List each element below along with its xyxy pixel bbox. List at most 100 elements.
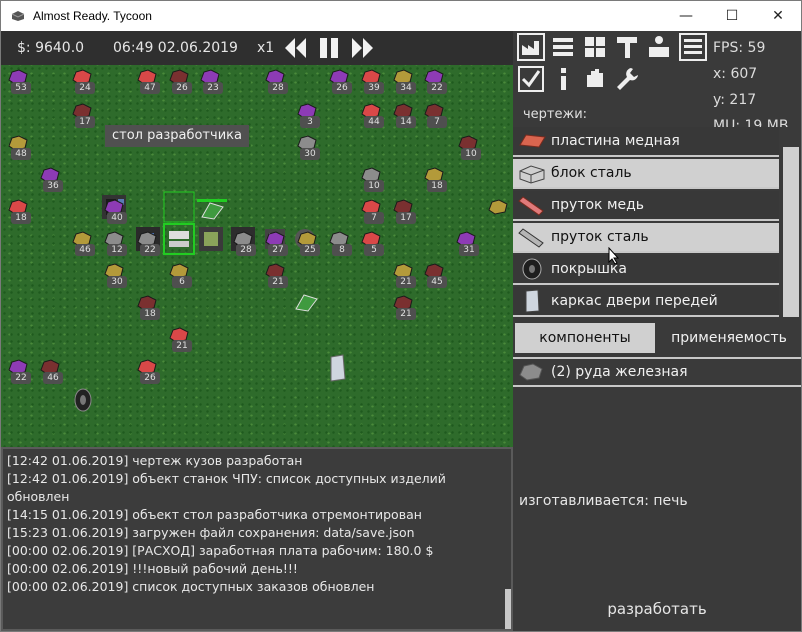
ore-deposit[interactable]: 18 xyxy=(5,198,35,224)
draft-item[interactable]: пруток сталь xyxy=(513,223,779,253)
ore-deposit[interactable]: 21 xyxy=(262,262,292,288)
tab-components[interactable]: компоненты xyxy=(515,323,655,353)
ore-deposit[interactable]: 17 xyxy=(69,102,99,128)
ore-deposit[interactable]: 7 xyxy=(358,198,388,224)
ore-deposit[interactable]: 12 xyxy=(101,230,131,256)
component-item[interactable]: (2) руда железная xyxy=(513,357,801,387)
draft-item[interactable]: блок сталь xyxy=(513,159,779,189)
ore-deposit[interactable]: 24 xyxy=(69,68,99,94)
drafts-scrollbar[interactable] xyxy=(781,127,801,321)
ore-deposit[interactable]: 10 xyxy=(455,134,485,160)
rewind-icon[interactable] xyxy=(283,35,307,61)
ore-count: 40 xyxy=(107,212,127,224)
ore-count: 44 xyxy=(364,116,384,128)
ore-deposit[interactable]: 22 xyxy=(134,230,164,256)
ore-deposit[interactable]: 28 xyxy=(262,68,292,94)
draft-item[interactable]: пруток медь xyxy=(513,191,779,221)
ore-count: 24 xyxy=(75,82,95,94)
ore-deposit[interactable]: 46 xyxy=(37,358,67,384)
event-log[interactable]: [12:42 01.06.2019] чертеж кузов разработ… xyxy=(1,447,513,631)
fps-readout: FPS: 59 xyxy=(713,40,766,56)
ore-deposit[interactable]: 22 xyxy=(5,358,35,384)
factory-icon[interactable] xyxy=(517,33,545,61)
developer-desk[interactable] xyxy=(163,223,195,255)
ore-deposit[interactable]: 44 xyxy=(358,102,388,128)
checkbox-icon[interactable] xyxy=(517,65,545,93)
ore-deposit[interactable]: 21 xyxy=(166,326,196,352)
ore-deposit[interactable]: 53 xyxy=(5,68,35,94)
hammer-icon[interactable] xyxy=(613,33,641,61)
machine-circuit[interactable] xyxy=(197,225,225,253)
ore-deposit[interactable]: 46 xyxy=(69,230,99,256)
ore-deposit[interactable]: 34 xyxy=(390,68,420,94)
draft-item-label: пластина медная xyxy=(551,133,680,149)
ore-deposit[interactable]: 8 xyxy=(326,230,356,256)
info-icon[interactable] xyxy=(549,65,577,93)
ore-deposit[interactable]: 26 xyxy=(134,358,164,384)
ore-deposit[interactable]: 5 xyxy=(358,230,388,256)
ore-deposit[interactable]: 45 xyxy=(421,262,451,288)
ore-deposit[interactable]: 30 xyxy=(101,262,131,288)
tire-icon xyxy=(522,258,542,280)
ore-deposit[interactable]: 26 xyxy=(326,68,356,94)
ore-count: 45 xyxy=(427,276,447,288)
storage-icon[interactable] xyxy=(549,33,577,61)
draft-item[interactable]: пластина медная xyxy=(513,127,779,157)
ore-count: 7 xyxy=(427,116,447,128)
ore-deposit[interactable]: 28 xyxy=(230,230,260,256)
maximize-button[interactable]: ☐ xyxy=(709,1,755,31)
ore-deposit[interactable]: 30 xyxy=(294,134,324,160)
ore-count: 26 xyxy=(332,82,352,94)
ore-deposit[interactable]: 14 xyxy=(390,102,420,128)
list-icon[interactable] xyxy=(679,33,707,61)
fast-forward-icon[interactable] xyxy=(351,35,375,61)
debug-stats: FPS: 59 x: 607 y: 217 MU: 19 MB xyxy=(713,35,788,139)
ore-deposit[interactable]: 31 xyxy=(453,230,483,256)
ore-deposit[interactable]: 22 xyxy=(421,68,451,94)
grid-icon[interactable] xyxy=(581,33,609,61)
ore-deposit[interactable]: 21 xyxy=(390,294,420,320)
ore-deposit[interactable]: 10 xyxy=(358,166,388,192)
hand-icon[interactable] xyxy=(581,65,609,93)
drafts-list[interactable]: пластина медная блок сталь пруток медь прут… xyxy=(513,127,785,321)
circuit-board-icon xyxy=(295,294,318,312)
ore-deposit[interactable]: 17 xyxy=(390,198,420,224)
ore-deposit[interactable]: 48 xyxy=(5,134,35,160)
drafts-scrollbar-thumb[interactable] xyxy=(783,147,799,317)
ore-deposit[interactable]: 23 xyxy=(197,68,227,94)
tab-usage[interactable]: применяемость xyxy=(657,323,801,353)
ore-deposit[interactable]: 18 xyxy=(421,166,451,192)
right-panel: FPS: 59 x: 607 y: 217 MU: 19 MB чертежи:… xyxy=(513,31,801,631)
close-button[interactable]: ✕ xyxy=(755,1,801,31)
ore-count: 22 xyxy=(427,82,447,94)
worker-icon[interactable] xyxy=(645,33,673,61)
ore-deposit[interactable]: 47 xyxy=(134,68,164,94)
ore-deposit[interactable]: 3 xyxy=(294,102,324,128)
event-log-lines: [12:42 01.06.2019] чертеж кузов разработ… xyxy=(7,452,507,596)
ore-deposit[interactable] xyxy=(485,198,513,224)
ore-deposit[interactable]: 26 xyxy=(166,68,196,94)
tool-palette xyxy=(513,31,711,97)
ore-deposit[interactable]: 21 xyxy=(390,262,420,288)
ore-deposit[interactable]: 6 xyxy=(166,262,196,288)
tire-icon xyxy=(74,388,92,412)
draft-item-label: блок сталь xyxy=(551,165,632,181)
ore-deposit[interactable]: 27 xyxy=(262,230,292,256)
wrench-icon[interactable] xyxy=(613,65,641,93)
ore-deposit[interactable]: 25 xyxy=(294,230,324,256)
minimize-button[interactable]: — xyxy=(663,1,709,31)
steel-block-icon xyxy=(519,165,545,184)
ore-deposit[interactable]: 40 xyxy=(101,198,131,224)
ore-deposit[interactable]: 7 xyxy=(421,102,451,128)
x-readout: x: 607 xyxy=(713,66,758,82)
draft-item[interactable]: каркас двери передей xyxy=(513,287,779,317)
ore-deposit[interactable]: 18 xyxy=(134,294,164,320)
ore-deposit[interactable]: 36 xyxy=(37,166,67,192)
door-frame-icon xyxy=(525,289,540,313)
develop-button[interactable]: разработать xyxy=(513,591,801,627)
ore-deposit[interactable]: 39 xyxy=(358,68,388,94)
game-map[interactable]: стол разработчика 53 24 47 26 23 28 26 39 34 22 17… xyxy=(1,65,513,447)
log-scrollbar[interactable] xyxy=(505,589,511,629)
pause-icon[interactable] xyxy=(317,35,341,61)
draft-item[interactable]: покрышка xyxy=(513,255,779,285)
